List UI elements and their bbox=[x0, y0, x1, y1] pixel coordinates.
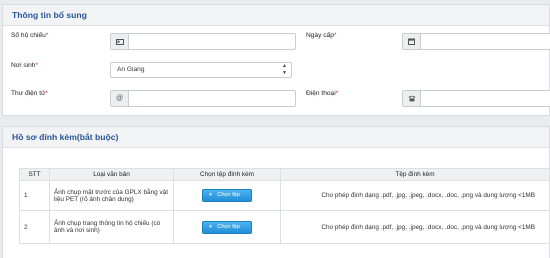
calendar-icon bbox=[403, 34, 421, 49]
issue-date-label-text: Ngày cấp bbox=[306, 32, 334, 39]
table-row: 1 Ảnh chụp mặt trước của GPLX bằng vật l… bbox=[19, 180, 550, 211]
col-attached-file: Tệp đính kèm bbox=[280, 168, 550, 181]
email-label: Thư điện tử* bbox=[11, 90, 48, 97]
plus-icon: + bbox=[209, 192, 213, 198]
birthplace-select[interactable]: An Giang ▲ ▼ bbox=[110, 62, 292, 78]
select-caret-icon: ▲ ▼ bbox=[282, 63, 287, 76]
email-label-text: Thư điện tử bbox=[11, 90, 46, 97]
col-choose-file: Chọn tệp đính kèm bbox=[173, 168, 281, 181]
col-doc-type: Loại văn bản bbox=[49, 168, 174, 181]
row-choose-cell: + Chọn tệp bbox=[173, 180, 281, 211]
col-stt: STT bbox=[19, 168, 50, 181]
row-file-hint: Cho phép định dạng .pdf, .jpg, .jpeg, .d… bbox=[280, 180, 550, 211]
attachments-table: STT Loại văn bản Chọn tệp đính kèm Tệp đ… bbox=[19, 168, 550, 244]
id-card-icon bbox=[111, 34, 129, 49]
choose-file-label: Chọn tệp bbox=[217, 223, 240, 230]
row-stt: 1 bbox=[19, 180, 50, 211]
passport-input[interactable] bbox=[110, 33, 296, 50]
required-mark: * bbox=[333, 32, 337, 39]
email-input[interactable]: @ bbox=[110, 90, 296, 107]
plus-icon: + bbox=[209, 223, 213, 230]
issue-date-input[interactable] bbox=[402, 33, 550, 50]
birthplace-selected-value: An Giang bbox=[117, 66, 145, 73]
row-stt: 2 bbox=[19, 210, 50, 244]
phone-input[interactable] bbox=[402, 90, 550, 107]
choose-file-label: Chọn tệp bbox=[217, 192, 240, 198]
required-mark: * bbox=[45, 90, 49, 97]
choose-file-button[interactable]: + Chọn tệp bbox=[202, 189, 252, 202]
table-row: 2 Ảnh chụp trang thông tin hộ chiếu (có … bbox=[19, 210, 550, 244]
row-file-hint: Cho phép định dạng .pdf, .jpg, .jpeg, .d… bbox=[280, 210, 550, 244]
table-header-row: STT Loại văn bản Chọn tệp đính kèm Tệp đ… bbox=[19, 168, 550, 181]
issue-date-label: Ngày cấp* bbox=[306, 32, 336, 39]
birthplace-label: Nơi sinh* bbox=[11, 62, 38, 69]
passport-label: Số hộ chiếu* bbox=[11, 32, 48, 39]
phone-label: Điện thoại* bbox=[306, 90, 338, 97]
required-mark: * bbox=[45, 32, 49, 39]
additional-info-title: Thông tin bổ sung bbox=[3, 5, 549, 26]
required-mark: * bbox=[35, 62, 39, 69]
required-mark: * bbox=[335, 90, 339, 97]
passport-label-text: Số hộ chiếu bbox=[11, 32, 46, 39]
birthplace-label-text: Nơi sinh bbox=[11, 62, 36, 69]
phone-icon bbox=[403, 91, 421, 106]
at-sign-icon: @ bbox=[111, 91, 129, 106]
attachments-title: Hồ sơ đính kèm(bắt buộc) bbox=[3, 127, 549, 148]
row-doc-type: Ảnh chụp mặt trước của GPLX bằng vật liệ… bbox=[49, 180, 174, 211]
row-choose-cell: + Chọn tệp bbox=[173, 210, 281, 244]
choose-file-button[interactable]: + Chọn tệp bbox=[202, 220, 252, 234]
row-doc-type: Ảnh chụp trang thông tin hộ chiếu (có ản… bbox=[49, 210, 174, 244]
phone-label-text: Điện thoại bbox=[306, 90, 336, 97]
